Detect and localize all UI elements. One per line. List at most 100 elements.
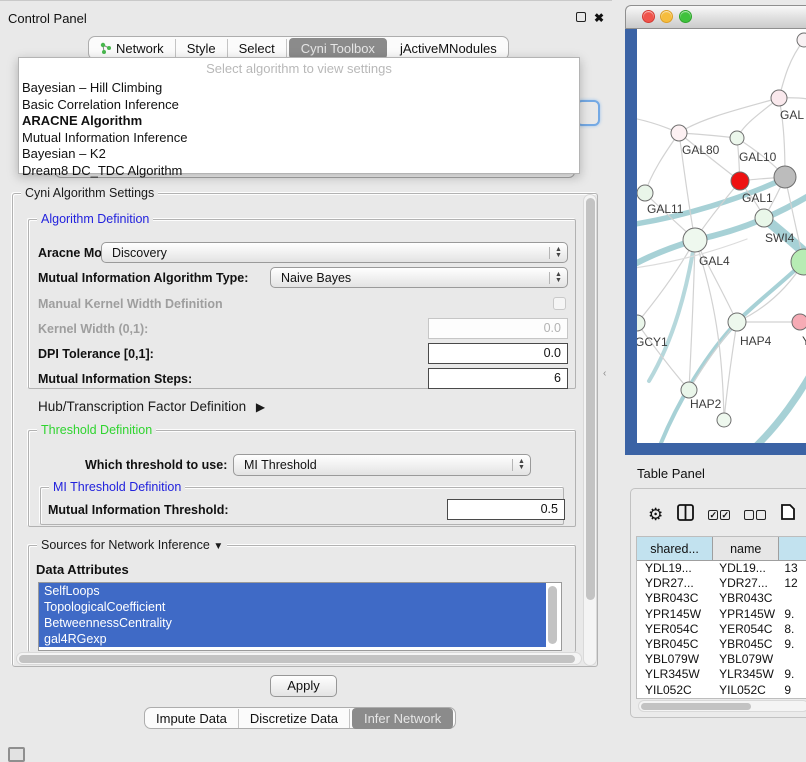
tab-style[interactable]: Style <box>176 39 228 58</box>
column-view-icon[interactable] <box>677 504 694 526</box>
network-node[interactable] <box>671 125 687 141</box>
algorithm-option[interactable]: ARACNE Algorithm <box>19 113 579 130</box>
aracne-mode-combo[interactable]: Discovery ▲▼ <box>101 242 568 263</box>
table-row[interactable]: YLR345WYLR345W9. <box>637 667 806 682</box>
tab-infer-network[interactable]: Infer Network <box>352 708 453 729</box>
table-row[interactable]: YPR145WYPR145W9. <box>637 607 806 622</box>
select-all-checks-icon[interactable]: ✓✓ <box>708 510 730 520</box>
tab-jactivemnodules[interactable]: jActiveMNodules <box>389 39 508 58</box>
column-header-shared[interactable]: shared... <box>637 537 713 560</box>
network-edge[interactable] <box>695 240 737 322</box>
bottom-tabbar: Impute Data Discretize Data Infer Networ… <box>144 707 456 729</box>
gear-icon[interactable]: ⚙ <box>648 505 663 525</box>
attributes-list-scrollbar[interactable] <box>548 586 557 644</box>
settings-vscrollbar-thumb[interactable] <box>586 198 595 600</box>
algorithm-option[interactable]: Basic Correlation Inference <box>19 97 579 114</box>
table-row[interactable]: YER054CYER054C8. <box>637 622 806 637</box>
network-node[interactable] <box>771 90 787 106</box>
table-row[interactable]: YDL19...YDL19...13 <box>637 561 806 576</box>
which-threshold-label: Which threshold to use: <box>85 458 227 472</box>
table-cell: 9. <box>779 637 806 652</box>
tab-network[interactable]: Network <box>89 39 176 58</box>
mi-type-combo[interactable]: Naive Bayes ▲▼ <box>270 267 568 288</box>
sources-title[interactable]: Sources for Network Inference ▼ <box>37 538 227 552</box>
network-edge[interactable] <box>779 40 804 98</box>
network-canvas[interactable]: GALGAL80GAL10GAL1GAL11SWI4GAL4GCY1HAP4YH… <box>637 29 806 443</box>
tab-network-label: Network <box>116 41 164 56</box>
manual-kernel-checkbox[interactable] <box>553 297 566 310</box>
dpi-tolerance-field[interactable]: 0.0 <box>428 343 568 364</box>
list-item[interactable]: SelfLoops <box>39 583 546 599</box>
tab-cyni-toolbox[interactable]: Cyni Toolbox <box>289 38 387 59</box>
tab-discretize-data[interactable]: Discretize Data <box>239 709 350 728</box>
table-cell: YBL079W <box>637 652 713 667</box>
float-panel-icon[interactable] <box>576 12 586 22</box>
network-node[interactable] <box>681 382 697 398</box>
column-header-partial[interactable] <box>779 537 806 560</box>
network-node[interactable] <box>637 315 645 331</box>
table-cell: YDL19... <box>713 561 779 576</box>
splitter-collapse-arrow[interactable]: ‹ <box>603 368 606 379</box>
network-edge[interactable] <box>751 359 806 443</box>
network-edge[interactable] <box>679 98 779 133</box>
hub-definition-toggle[interactable]: Hub/Transcription Factor Definition ▶ <box>38 399 265 414</box>
column-header-name[interactable]: name <box>713 537 779 560</box>
apply-button[interactable]: Apply <box>270 675 337 697</box>
deselect-all-checks-icon[interactable] <box>744 510 766 520</box>
settings-hscrollbar-thumb[interactable] <box>19 655 575 663</box>
table-row[interactable]: YBR043CYBR043C <box>637 591 806 606</box>
node-label: GAL <box>780 108 804 122</box>
table-cell: 9. <box>779 607 806 622</box>
close-window-icon[interactable] <box>642 10 655 23</box>
network-node[interactable] <box>637 185 653 201</box>
network-node[interactable] <box>717 413 731 427</box>
table-row[interactable]: YDR27...YDR27...12 <box>637 576 806 591</box>
algorithm-option[interactable]: Dream8 DC_TDC Algorithm <box>19 163 579 180</box>
node-label: GAL11 <box>647 202 684 216</box>
table-row[interactable]: YBL079WYBL079W <box>637 652 806 667</box>
network-node[interactable] <box>755 209 773 227</box>
network-node[interactable] <box>731 172 749 190</box>
mi-threshold-field[interactable]: 0.5 <box>447 499 565 520</box>
node-label: HAP4 <box>740 334 772 348</box>
table-hscrollbar-thumb[interactable] <box>641 703 751 710</box>
table-row[interactable]: YBR045CYBR045C9. <box>637 637 806 652</box>
minimized-panel-icon[interactable] <box>8 747 25 762</box>
network-node[interactable] <box>730 131 744 145</box>
which-threshold-combo[interactable]: MI Threshold ▲▼ <box>233 454 531 476</box>
network-node[interactable] <box>728 313 746 331</box>
tab-impute-data[interactable]: Impute Data <box>145 709 239 728</box>
list-item[interactable]: TopologicalCoefficient <box>39 599 546 615</box>
mi-steps-field[interactable]: 6 <box>428 368 568 389</box>
algorithm-option[interactable]: Mutual Information Inference <box>19 130 579 147</box>
table-cell: 9 <box>779 683 806 698</box>
algorithm-option[interactable]: Bayesian – Hill Climbing <box>19 80 579 97</box>
node-label: GAL10 <box>739 150 777 164</box>
table-toolbar: ⚙ ✓✓ <box>648 503 796 526</box>
mi-threshold-title: MI Threshold Definition <box>49 480 185 494</box>
network-node[interactable] <box>683 228 707 252</box>
table-hscrollbar-track[interactable] <box>638 700 806 712</box>
settings-hscrollbar-track[interactable] <box>16 652 582 665</box>
network-edge[interactable] <box>679 133 737 138</box>
minimize-window-icon[interactable] <box>660 10 673 23</box>
new-table-icon[interactable] <box>780 503 796 526</box>
control-panel-titlebar <box>0 0 612 30</box>
node-label: SWI4 <box>765 231 795 245</box>
kernel-width-field[interactable]: 0.0 <box>428 318 568 339</box>
mi-type-label: Mutual Information Algorithm Type: <box>38 271 248 285</box>
table-row[interactable]: YIL052CYIL052C9 <box>637 683 806 698</box>
collapsed-arrow-icon: ▶ <box>256 400 265 414</box>
close-panel-icon[interactable]: ✖ <box>593 12 605 24</box>
network-node[interactable] <box>792 314 806 330</box>
maximize-window-icon[interactable] <box>679 10 692 23</box>
list-item[interactable]: gal4RGexp <box>39 631 546 647</box>
network-edge[interactable] <box>645 133 679 193</box>
network-node[interactable] <box>797 33 806 47</box>
list-item[interactable]: BetweennessCentrality <box>39 615 546 631</box>
table-cell: YBR043C <box>713 591 779 606</box>
algorithm-option[interactable]: Bayesian – K2 <box>19 146 579 163</box>
tab-select[interactable]: Select <box>228 39 287 58</box>
network-node[interactable] <box>774 166 796 188</box>
settings-vscrollbar-track[interactable] <box>583 194 597 666</box>
